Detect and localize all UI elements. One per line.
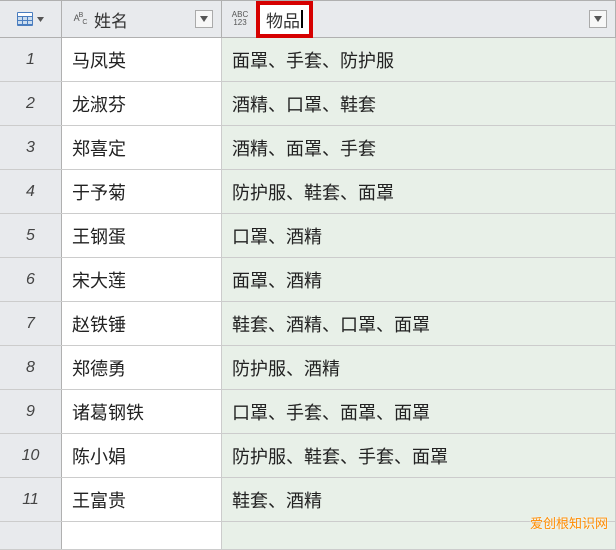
row-index[interactable]: 5 <box>0 214 62 257</box>
table-row[interactable]: 4于予菊防护服、鞋套、面罩 <box>0 170 616 214</box>
table-row[interactable]: 9诸葛钢铁口罩、手套、面罩、面罩 <box>0 390 616 434</box>
table-header-row: ABC 姓名 ABC 123 物品 <box>0 0 616 38</box>
row-index[interactable]: 7 <box>0 302 62 345</box>
cell-name[interactable]: 宋大莲 <box>62 258 222 301</box>
filter-dropdown-items[interactable] <box>589 10 607 28</box>
watermark: 爱创根知识网 <box>530 513 608 532</box>
cell-items[interactable]: 防护服、鞋套、面罩 <box>222 170 616 213</box>
row-index[interactable]: 1 <box>0 38 62 81</box>
cell-name[interactable]: 王富贵 <box>62 478 222 521</box>
cell-items[interactable]: 口罩、酒精 <box>222 214 616 257</box>
data-table: ABC 姓名 ABC 123 物品 <box>0 0 616 550</box>
table-row[interactable]: 6宋大莲面罩、酒精 <box>0 258 616 302</box>
cell-items[interactable]: 口罩、手套、面罩、面罩 <box>222 390 616 433</box>
column-header-items[interactable]: ABC 123 物品 <box>222 1 616 37</box>
table-row-partial[interactable] <box>0 522 616 550</box>
table-row[interactable]: 5王钢蛋口罩、酒精 <box>0 214 616 258</box>
table-row[interactable]: 11王富贵鞋套、酒精 <box>0 478 616 522</box>
table-row[interactable]: 2龙淑芬酒精、口罩、鞋套 <box>0 82 616 126</box>
mixed-type-icon: ABC 123 <box>230 11 250 27</box>
row-index[interactable] <box>0 522 62 549</box>
table-row[interactable]: 7赵铁锤鞋套、酒精、口罩、面罩 <box>0 302 616 346</box>
row-index[interactable]: 4 <box>0 170 62 213</box>
row-index[interactable]: 6 <box>0 258 62 301</box>
row-index[interactable]: 8 <box>0 346 62 389</box>
column-items-label: 物品 <box>266 7 300 32</box>
filter-dropdown-name[interactable] <box>195 10 213 28</box>
cell-items[interactable]: 面罩、手套、防护服 <box>222 38 616 81</box>
cell-items[interactable]: 酒精、口罩、鞋套 <box>222 82 616 125</box>
row-index[interactable]: 10 <box>0 434 62 477</box>
cell-name[interactable]: 赵铁锤 <box>62 302 222 345</box>
table-icon <box>17 12 33 26</box>
cell-name[interactable]: 王钢蛋 <box>62 214 222 257</box>
row-index[interactable]: 11 <box>0 478 62 521</box>
table-row[interactable]: 3郑喜定酒精、面罩、手套 <box>0 126 616 170</box>
cell-name[interactable]: 郑喜定 <box>62 126 222 169</box>
cell-name[interactable]: 马凤英 <box>62 38 222 81</box>
chevron-down-icon <box>37 17 44 22</box>
cell-items[interactable]: 防护服、酒精 <box>222 346 616 389</box>
cell-name[interactable]: 陈小娟 <box>62 434 222 477</box>
table-row[interactable]: 8郑德勇防护服、酒精 <box>0 346 616 390</box>
row-index[interactable]: 3 <box>0 126 62 169</box>
cell-name[interactable]: 郑德勇 <box>62 346 222 389</box>
chevron-down-icon <box>594 16 602 22</box>
row-index[interactable]: 9 <box>0 390 62 433</box>
table-row[interactable]: 1马凤英面罩、手套、防护服 <box>0 38 616 82</box>
cell-name[interactable] <box>62 522 222 549</box>
column-name-label: 姓名 <box>94 7 195 32</box>
text-type-icon: ABC <box>70 11 90 27</box>
cell-items[interactable]: 面罩、酒精 <box>222 258 616 301</box>
column-header-name[interactable]: ABC 姓名 <box>62 1 222 37</box>
cell-items[interactable]: 防护服、鞋套、手套、面罩 <box>222 434 616 477</box>
cell-items[interactable]: 鞋套、酒精、口罩、面罩 <box>222 302 616 345</box>
cell-name[interactable]: 诸葛钢铁 <box>62 390 222 433</box>
cell-name[interactable]: 龙淑芬 <box>62 82 222 125</box>
text-cursor <box>301 10 303 28</box>
row-index[interactable]: 2 <box>0 82 62 125</box>
row-selector-header[interactable] <box>0 1 62 37</box>
cell-name[interactable]: 于予菊 <box>62 170 222 213</box>
chevron-down-icon <box>200 16 208 22</box>
cell-items[interactable]: 酒精、面罩、手套 <box>222 126 616 169</box>
column-rename-input[interactable]: 物品 <box>256 1 313 38</box>
table-row[interactable]: 10陈小娟防护服、鞋套、手套、面罩 <box>0 434 616 478</box>
